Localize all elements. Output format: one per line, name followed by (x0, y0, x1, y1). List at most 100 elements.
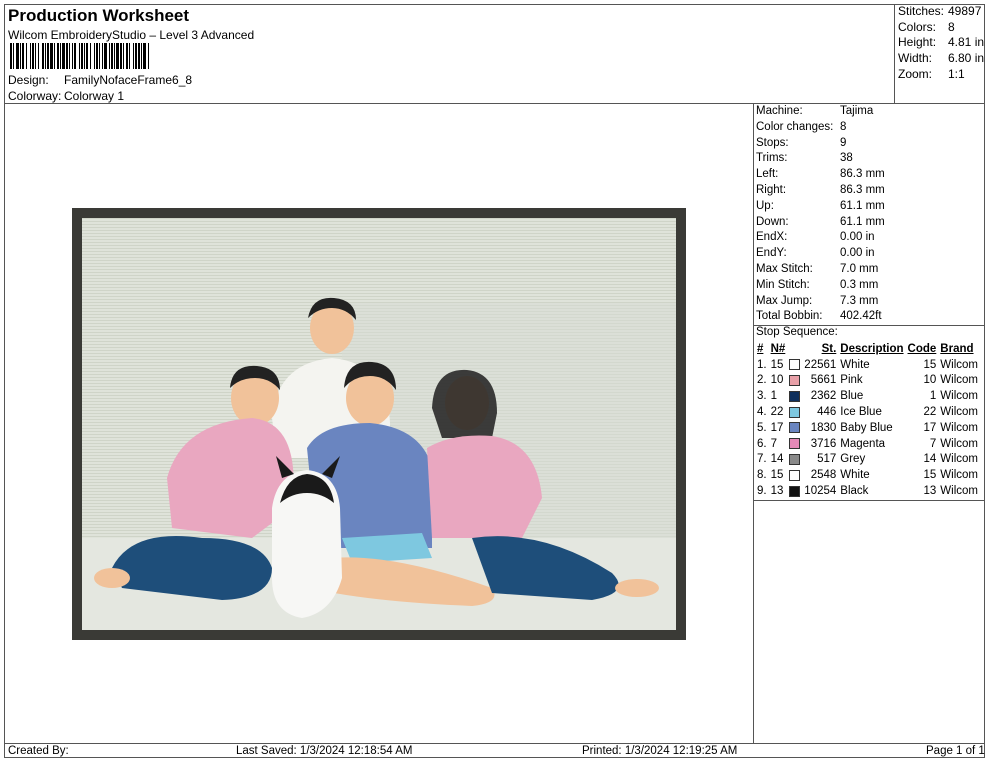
row-stitches: 5661 (810, 374, 837, 387)
summary-row: Width: 6.80 in (898, 51, 984, 67)
color-swatch-box (789, 438, 801, 450)
row-needle: 22 (770, 406, 784, 419)
info-label: EndX: (756, 231, 788, 244)
color-swatch (787, 388, 802, 404)
footer-divider (4, 743, 985, 744)
summary-divider (894, 4, 895, 104)
printed-date: Printed: 1/3/2024 12:19:25 AM (582, 745, 738, 757)
info-row: Left: 86.3 mm (756, 167, 885, 183)
row-needle: 15 (770, 469, 784, 482)
row-code: 14 (923, 453, 937, 466)
table-row: 1. 15 22561 White 15 Wilcom (755, 357, 980, 373)
row-code: 15 (923, 469, 937, 482)
row-stitches: 2362 (810, 390, 837, 403)
row-brand: Wilcom (940, 358, 978, 371)
color-swatch-box (789, 485, 801, 497)
stop-sequence-table: # N# St. Description Code Brand 1. 15 2256… (755, 341, 980, 499)
table-row: 9. 13 10254 Black 13 Wilcom (755, 483, 980, 499)
row-index: 5. (757, 421, 767, 434)
summary-row: Height: 4.81 in (898, 35, 984, 51)
row-stitches: 3716 (810, 437, 837, 450)
row-needle: 10 (770, 374, 784, 387)
page-number: Page 1 of 1 (926, 745, 985, 757)
summary-row: Stitches: 49897 (898, 4, 984, 20)
color-swatch (787, 436, 802, 452)
info-value: 0.00 in (840, 231, 875, 244)
col-swatch (787, 341, 802, 357)
info-label: Total Bobbin: (756, 310, 823, 323)
info-label: Max Stitch: (756, 262, 813, 275)
info-value: 8 (840, 120, 847, 133)
info-row: EndY: 0.00 in (756, 246, 885, 262)
info-value: Tajima (840, 105, 874, 117)
foot (615, 579, 659, 597)
row-stitches: 1830 (810, 421, 837, 434)
row-brand: Wilcom (940, 421, 978, 434)
color-swatch (787, 373, 802, 389)
row-needle: 15 (770, 358, 784, 371)
row-index: 9. (757, 485, 767, 498)
row-code: 22 (923, 406, 937, 419)
info-label: Stops: (756, 136, 789, 149)
info-value: 402.42ft (840, 310, 882, 323)
row-index: 7. (757, 453, 767, 466)
row-stitches: 2548 (810, 469, 837, 482)
table-row: 2. 10 5661 Pink 10 Wilcom (755, 373, 980, 389)
created-by: Created By: (8, 745, 69, 757)
row-code: 10 (923, 374, 937, 387)
summary-label: Colors: (898, 19, 937, 34)
color-swatch-box (789, 469, 801, 481)
design-label: Design: (8, 73, 49, 87)
row-code: 13 (923, 485, 937, 498)
info-label: Left: (756, 168, 779, 181)
info-label: Trims: (756, 152, 788, 165)
row-brand: Wilcom (940, 390, 978, 403)
row-index: 6. (757, 437, 767, 450)
page-title: Production Worksheet (8, 6, 190, 25)
row-description: Blue (840, 390, 864, 403)
summary-label: Width: (898, 51, 933, 66)
row-needle: 7 (770, 437, 777, 450)
row-code: 7 (929, 437, 937, 450)
summary-value: 8 (948, 19, 955, 34)
summary-value: 4.81 in (948, 35, 985, 50)
table-row: 4. 22 446 Ice Blue 22 Wilcom (755, 404, 980, 420)
row-description: White (840, 469, 870, 482)
colorway-value: Colorway 1 (64, 89, 125, 103)
info-value: 0.00 in (840, 247, 875, 260)
info-row: Down: 61.1 mm (756, 215, 885, 231)
row-description: Pink (840, 374, 863, 387)
info-label: Min Stitch: (756, 278, 810, 291)
table-row: 7. 14 517 Grey 14 Wilcom (755, 452, 980, 468)
summary-value: 6.80 in (948, 51, 985, 66)
row-stitches: 446 (817, 406, 837, 419)
table-row: 6. 7 3716 Magenta 7 Wilcom (755, 436, 980, 452)
design-row: Design: FamilyNofaceFrame6_8 (8, 73, 192, 87)
info-row: Max Jump: 7.3 mm (756, 294, 885, 310)
row-index: 8. (757, 469, 767, 482)
col-description: Description (840, 342, 904, 355)
summary-label: Zoom: (898, 66, 933, 81)
row-stitches: 10254 (804, 485, 837, 498)
row-brand: Wilcom (940, 437, 978, 450)
stop-end-divider (753, 500, 985, 501)
row-stitches: 517 (817, 453, 837, 466)
info-value: 61.1 mm (840, 215, 885, 228)
col-index: # (757, 342, 764, 355)
colorway-row: Colorway: Colorway 1 (8, 89, 124, 103)
col-needle: N# (770, 342, 786, 355)
info-label: Machine: (756, 105, 803, 117)
summary-row: Colors: 8 (898, 20, 984, 36)
foot (94, 568, 130, 588)
row-description: Ice Blue (840, 406, 882, 419)
info-value: 7.0 mm (840, 262, 879, 275)
color-swatch-box (789, 390, 801, 402)
color-swatch-box (789, 359, 801, 371)
row-index: 4. (757, 406, 767, 419)
info-row: EndX: 0.00 in (756, 230, 885, 246)
barcode (10, 43, 280, 69)
info-label: Down: (756, 215, 789, 228)
col-brand: Brand (940, 342, 974, 355)
design-value: FamilyNofaceFrame6_8 (64, 73, 193, 87)
info-label: Max Jump: (756, 294, 813, 307)
